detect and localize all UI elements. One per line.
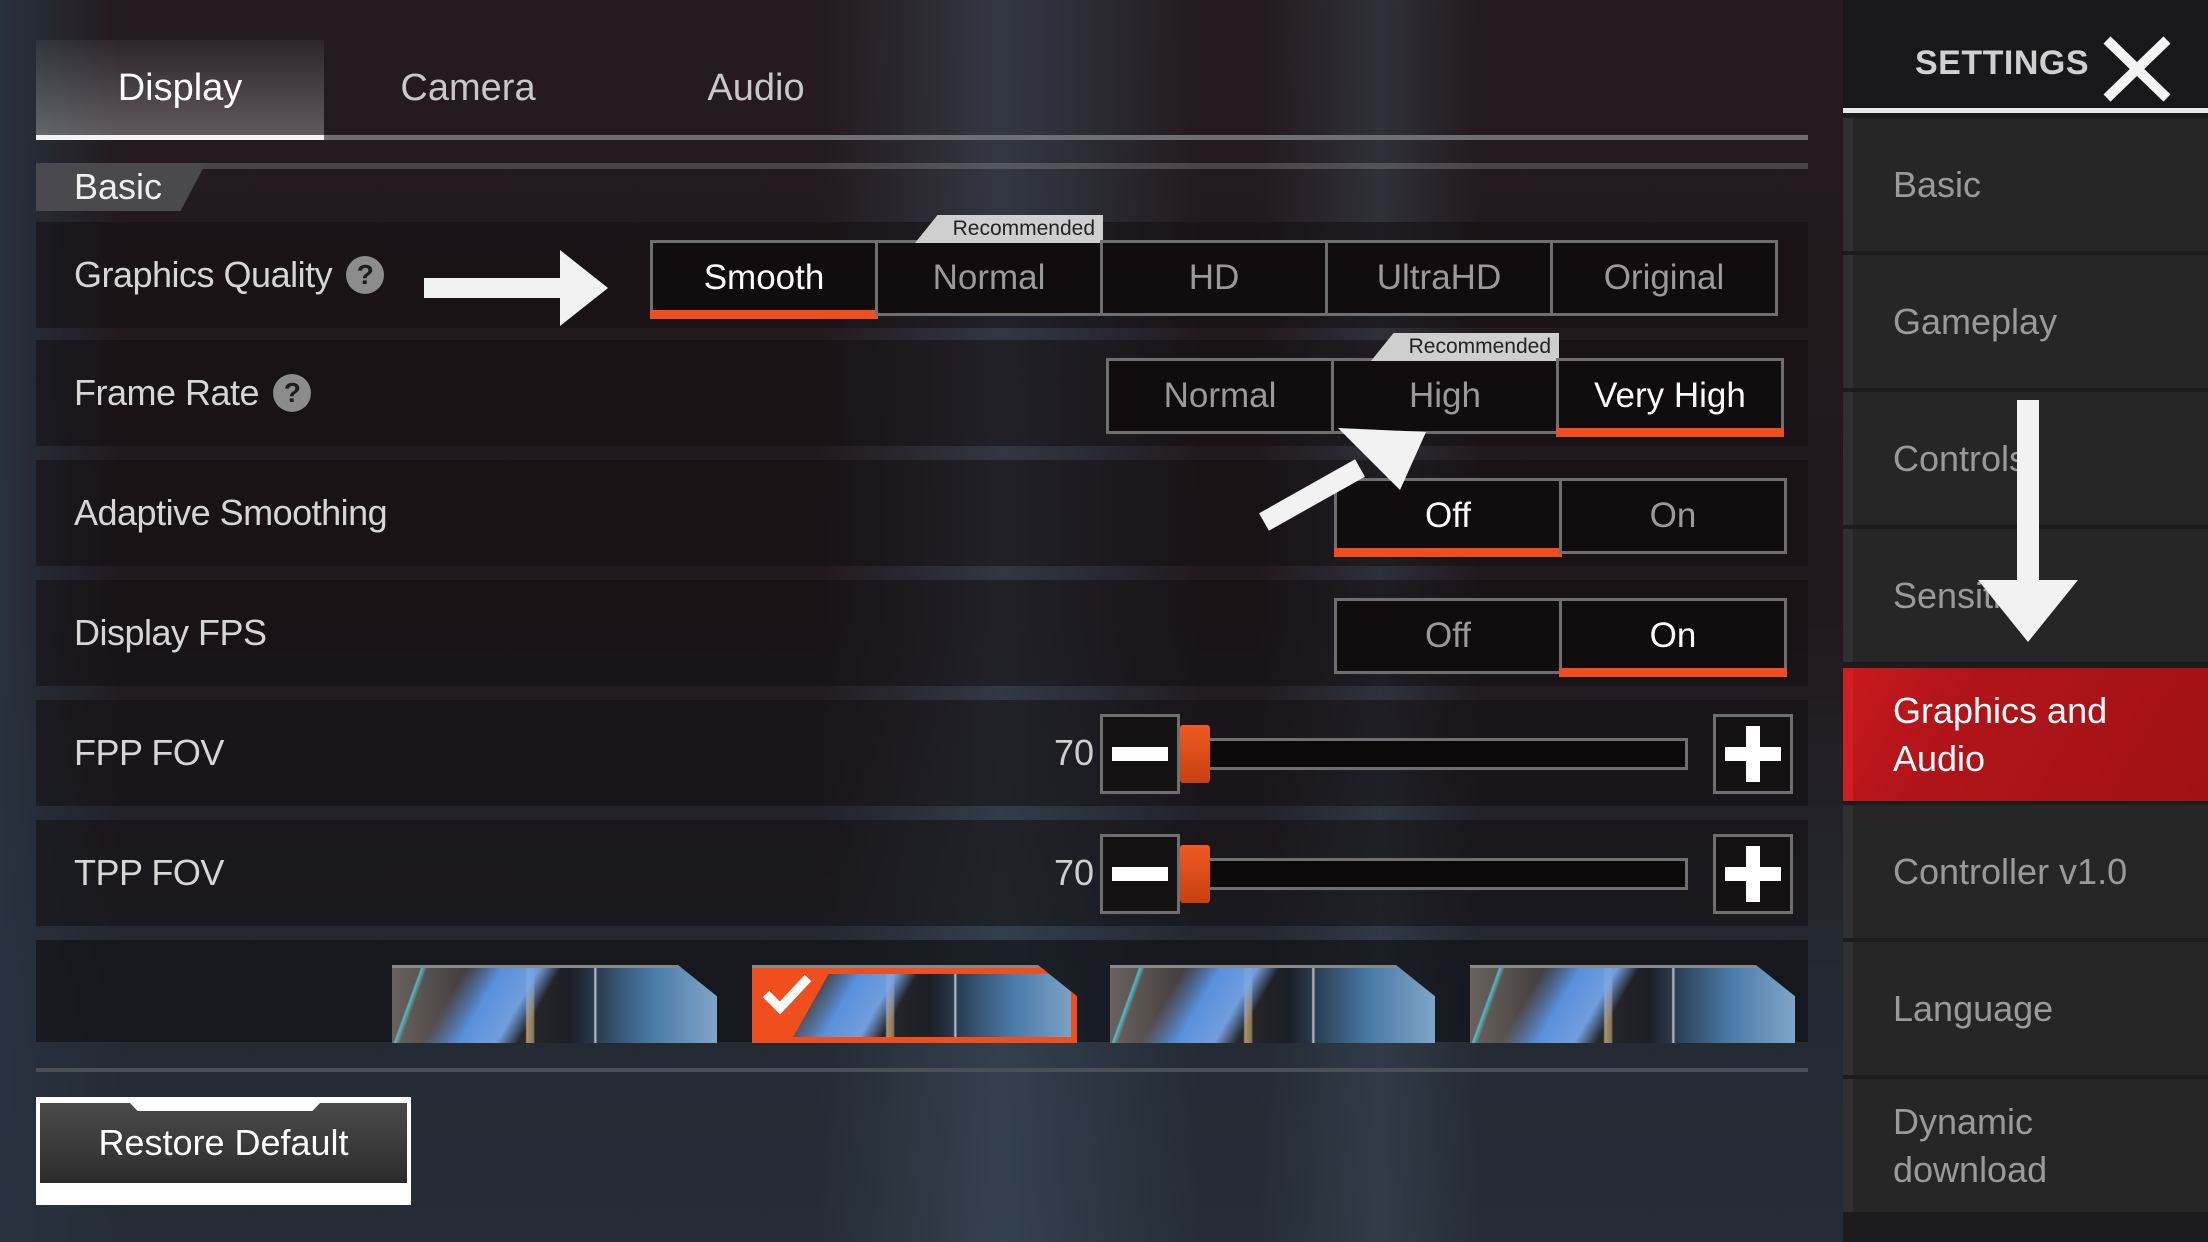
option-label: On (1649, 496, 1697, 535)
graphics-option-ultrahd[interactable]: UltraHD (1325, 240, 1553, 316)
adaptive-smoothing-on[interactable]: On (1559, 478, 1787, 554)
sidebar-item-label: Dynamic download (1893, 1100, 2048, 1190)
frame-rate-option-very-high[interactable]: Very High (1556, 358, 1784, 437)
restore-default-button[interactable]: Restore Default (36, 1097, 411, 1205)
tpp-fov-value: 70 (1053, 852, 1094, 893)
frame-rate-selector: Normal Recommended High Very High (1106, 333, 1784, 437)
section-divider (36, 163, 1808, 169)
graphics-option-original[interactable]: Original (1550, 240, 1778, 316)
setting-row-frame-rate: Frame Rate ? Normal Recommended High Ver… (36, 333, 1808, 446)
sidebar-item-label: Graphics and Audio (1893, 689, 2108, 779)
adaptive-smoothing-off[interactable]: Off (1334, 478, 1562, 557)
tab-bar: Display Camera Audio (36, 40, 1808, 140)
frame-rate-option-high[interactable]: Recommended High (1331, 333, 1559, 434)
tpp-fov-label: TPP FOV (74, 852, 224, 893)
fpp-fov-increase-button[interactable] (1713, 714, 1793, 794)
fpp-fov-slider[interactable] (1180, 725, 1688, 783)
close-icon[interactable] (2101, 36, 2173, 102)
tpp-fov-decrease-button[interactable] (1100, 834, 1180, 914)
sidebar-item-gameplay[interactable]: Gameplay (1843, 255, 2208, 388)
help-icon[interactable]: ? (346, 256, 385, 294)
style-preset-thumbnail[interactable] (1470, 965, 1795, 1043)
sidebar-header-divider (1843, 108, 2208, 113)
settings-main-panel: Display Camera Audio Basic Graphics Qual… (0, 0, 1843, 1242)
option-label: Original (1603, 258, 1725, 297)
fpp-fov-slider-thumb[interactable] (1180, 725, 1210, 783)
option-label: UltraHD (1376, 258, 1502, 297)
sidebar-item-controller[interactable]: Controller v1.0 (1843, 805, 2208, 938)
style-preset-thumbnail-selected[interactable] (752, 965, 1077, 1043)
frame-rate-label: Frame Rate (74, 372, 260, 413)
minus-icon (1112, 747, 1168, 761)
tpp-fov-increase-button[interactable] (1713, 834, 1793, 914)
adaptive-smoothing-label: Adaptive Smoothing (74, 492, 388, 533)
tpp-fov-slider[interactable] (1180, 845, 1688, 903)
option-label: High (1409, 376, 1481, 415)
plus-icon (1725, 846, 1781, 902)
settings-sidebar: SETTINGS Basic Gameplay Controls Sensiti… (1843, 0, 2208, 1242)
setting-row-tpp-fov: TPP FOV 70 (36, 820, 1808, 926)
style-preset-thumbnail[interactable] (392, 965, 717, 1043)
display-fps-on[interactable]: On (1559, 598, 1787, 677)
display-fps-toggle: Off On (1334, 598, 1787, 677)
recommended-badge: Recommended (915, 215, 1103, 243)
fpp-fov-decrease-button[interactable] (1100, 714, 1180, 794)
tpp-fov-slider-thumb[interactable] (1180, 845, 1210, 903)
checkmark-icon (762, 974, 812, 1015)
setting-row-adaptive-smoothing: Adaptive Smoothing Off On (36, 460, 1808, 566)
tab-active-indicator (36, 135, 324, 140)
option-label: Off (1424, 496, 1472, 535)
plus-icon (1725, 726, 1781, 782)
setting-label-wrap: Frame Rate ? (74, 340, 312, 446)
sidebar-item-basic[interactable]: Basic (1843, 118, 2208, 251)
style-preset-thumbnail[interactable] (1110, 965, 1435, 1043)
section-label-basic: Basic (36, 163, 206, 211)
display-fps-label: Display FPS (74, 612, 267, 653)
option-label: Normal (1163, 376, 1277, 415)
sidebar-item-language[interactable]: Language (1843, 942, 2208, 1075)
fpp-fov-value: 70 (1053, 732, 1094, 773)
graphics-option-smooth[interactable]: Smooth (650, 240, 878, 319)
graphics-quality-selector: Smooth Recommended Normal HD UltraHD Ori… (650, 215, 1778, 319)
option-label: On (1649, 616, 1697, 655)
fpp-fov-label: FPP FOV (74, 732, 224, 773)
option-label: Off (1424, 616, 1472, 655)
help-icon[interactable]: ? (273, 374, 312, 412)
setting-row-graphics-quality: Graphics Quality ? Smooth Recommended No… (36, 215, 1808, 328)
style-preset-row (36, 940, 1808, 1043)
tab-underline (36, 135, 1808, 140)
sidebar-item-dynamic-download[interactable]: Dynamic download (1843, 1079, 2208, 1212)
graphics-quality-label: Graphics Quality (74, 254, 333, 295)
settings-title: SETTINGS (1915, 44, 2090, 82)
sidebar-item-graphics-and-audio[interactable]: Graphics and Audio (1843, 668, 2208, 801)
sidebar-item-sensitivity[interactable]: Sensitivity (1843, 529, 2208, 662)
adaptive-smoothing-toggle: Off On (1334, 478, 1787, 557)
setting-row-fpp-fov: FPP FOV 70 (36, 700, 1808, 806)
sidebar-item-controls[interactable]: Controls (1843, 392, 2208, 525)
content-divider (36, 1068, 1808, 1072)
option-label: HD (1188, 258, 1240, 297)
option-label: Smooth (703, 258, 825, 297)
sidebar-header: SETTINGS (1843, 0, 2208, 113)
option-label: Normal (932, 258, 1046, 297)
graphics-option-hd[interactable]: HD (1100, 240, 1328, 316)
tab-audio[interactable]: Audio (612, 40, 900, 136)
setting-label-wrap: Graphics Quality ? (74, 222, 385, 328)
minus-icon (1112, 867, 1168, 881)
restore-default-label: Restore Default (40, 1103, 407, 1183)
setting-row-display-fps: Display FPS Off On (36, 580, 1808, 686)
frame-rate-option-normal[interactable]: Normal (1106, 358, 1334, 434)
tab-display[interactable]: Display (36, 40, 324, 136)
option-label: Very High (1594, 376, 1746, 415)
section-header: Basic (36, 163, 1808, 211)
graphics-option-normal[interactable]: Recommended Normal (875, 215, 1103, 316)
tab-camera[interactable]: Camera (324, 40, 612, 136)
display-fps-off[interactable]: Off (1334, 598, 1562, 674)
recommended-badge: Recommended (1371, 333, 1559, 361)
